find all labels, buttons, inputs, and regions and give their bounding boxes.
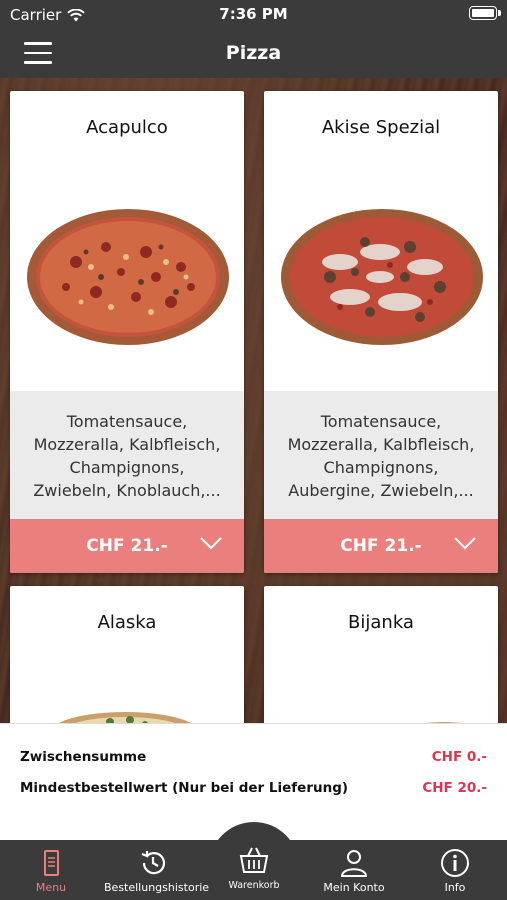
description-line: Tomatensauce, — [320, 412, 442, 431]
status-bar: Carrier 7:36 PM — [0, 0, 507, 30]
description-line: Champignons, — [323, 458, 439, 477]
description-line: Aubergine, Zwiebeln,... — [288, 481, 474, 500]
description-line: Mozzeralla, Kalbfleisch, — [287, 435, 475, 454]
description-line: Tomatensauce, — [66, 412, 188, 431]
product-name: Akise Spezial — [321, 117, 441, 138]
tab-label: Warenkorb — [228, 880, 280, 891]
tab-label: Info — [444, 881, 466, 894]
history-icon — [141, 851, 166, 875]
tab-label: Menu — [35, 881, 67, 894]
menu-card-icon — [44, 850, 59, 876]
chevron-down-icon — [200, 537, 222, 550]
tab-menu[interactable]: Menu — [20, 840, 82, 900]
price-expand-button[interactable]: CHF 21.- — [10, 519, 244, 573]
user-icon — [340, 850, 368, 877]
description-line: Champignons, — [69, 458, 185, 477]
minimum-order-value: CHF 20.- — [422, 780, 487, 796]
tab-label: Mein Konto — [323, 881, 385, 894]
product-description: Tomatensauce, Mozzeralla, Kalbfleisch, C… — [264, 391, 498, 519]
tab-label: Bestellungshistorie — [104, 881, 210, 894]
nav-bar: Pizza — [0, 30, 507, 78]
page-title: Pizza — [225, 42, 282, 64]
pizza-image — [27, 209, 229, 345]
product-card[interactable]: Akise Spezial Tomatensauce, Mozzeralla, … — [264, 91, 498, 573]
minimum-order-row: Mindestbestellwert (Nur bei der Lieferun… — [20, 780, 487, 796]
tab-info[interactable]: Info — [425, 840, 485, 900]
subtotal-label: Zwischensumme — [20, 749, 147, 765]
tab-my-account[interactable]: Mein Konto — [318, 840, 390, 900]
battery-icon — [469, 6, 501, 20]
info-icon — [441, 849, 469, 877]
price-expand-button[interactable]: CHF 21.- — [264, 519, 498, 573]
tab-order-history[interactable]: Bestellungshistorie — [104, 840, 210, 900]
product-name: Acapulco — [86, 117, 168, 138]
chevron-down-icon — [454, 537, 476, 550]
description-line: Zwiebeln, Knoblauch,... — [33, 481, 221, 500]
pizza-image — [281, 209, 483, 345]
product-name: Alaska — [97, 612, 157, 633]
subtotal-row: Zwischensumme CHF 0.- — [20, 749, 487, 765]
basket-icon — [239, 847, 269, 873]
subtotal-value: CHF 0.- — [431, 749, 487, 765]
tab-bar: Menu Bestellungshistorie Warenkorb Mein … — [0, 822, 507, 900]
product-description: Tomatensauce, Mozzeralla, Kalbfleisch, C… — [10, 391, 244, 519]
minimum-order-label: Mindestbestellwert (Nur bei der Lieferun… — [20, 780, 349, 796]
status-time: 7:36 PM — [219, 5, 288, 23]
product-name: Bijanka — [348, 612, 414, 633]
product-card[interactable]: Acapulco Tomatensauce, Mozzeralla, Kalbf… — [10, 91, 244, 573]
description-line: Mozzeralla, Kalbfleisch, — [33, 435, 221, 454]
